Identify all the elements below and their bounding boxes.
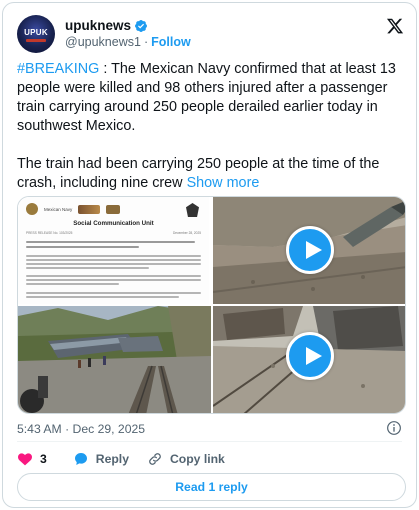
tweet-paragraph-2: The train had been carrying 250 people a… [17,155,409,193]
follow-button[interactable]: Follow [151,35,191,49]
navy-seal-icon [26,203,38,215]
info-icon[interactable] [386,420,402,436]
divider [17,441,402,442]
copy-link-button[interactable]: Copy link [147,451,225,467]
reply-button[interactable]: Reply [73,451,129,467]
reply-label: Reply [95,452,129,466]
avatar-logo-text: UPUK [24,28,48,37]
document-text-line [26,267,149,269]
document-text-line [26,292,201,294]
document-page: Mexican Navy Social Communication Unit P… [18,197,209,304]
heart-icon [18,453,32,466]
reply-bubble-icon [74,453,87,465]
media-grid: Mexican Navy Social Communication Unit P… [17,196,406,414]
copy-link-label: Copy link [169,452,225,466]
document-agency: Mexican Navy [44,206,73,212]
verified-badge-icon [135,19,147,32]
name-row: upuknews [65,17,148,34]
press-release-image[interactable]: Mexican Navy Social Communication Unit P… [18,197,211,304]
document-text-line [26,279,201,281]
tweet-header: UPUK upuknews @upuknews1 · Follow [17,15,404,55]
video-thumbnail-1[interactable] [213,197,405,304]
document-text-line [26,296,179,298]
handle-row: @upuknews1 · Follow [65,35,191,49]
show-more-link[interactable]: Show more [187,175,260,191]
display-name[interactable]: upuknews [65,18,131,33]
document-text-line [26,263,201,265]
document-text-line [26,241,195,243]
link-icon [149,453,161,465]
tweet-timestamp[interactable]: 5:43 AM · Dec 29, 2025 [17,422,145,436]
user-handle[interactable]: @upuknews1 [65,35,141,49]
document-date: December 28, 2025 [173,231,201,235]
play-button-icon[interactable] [286,332,334,380]
document-text-line [26,275,201,277]
like-button[interactable]: 3 [17,451,55,467]
ciao-logo-icon [78,204,101,214]
video-thumbnail-2[interactable] [213,306,405,413]
emblem-icon [186,203,199,217]
document-meta: PRESS RELEASE No. 103/2025 December 28, … [26,231,201,235]
document-text-line [26,246,139,248]
document-text-line [26,255,201,257]
like-count: 3 [40,452,47,466]
document-unit-title: Social Communication Unit [73,220,154,227]
avatar-logo-bar [26,39,46,42]
separator-dot: · [143,35,149,49]
hashtag-link[interactable]: #BREAKING [17,61,99,77]
avatar[interactable]: UPUK [17,15,55,53]
document-text-line [26,259,201,261]
x-logo-icon[interactable] [386,17,404,35]
derailment-scene-2 [18,306,211,413]
document-press-release: PRESS RELEASE No. 103/2025 [26,231,73,235]
document-logos: Mexican Navy [26,203,121,215]
crash-site-photo[interactable] [18,306,211,413]
read-replies-button[interactable]: Read 1 reply [17,473,406,501]
document-text-line [26,283,119,285]
play-button-icon[interactable] [286,226,334,274]
interoceanic-logo-icon [106,204,121,214]
tweet-card: UPUK upuknews @upuknews1 · Follow #BREAK… [2,2,417,508]
tweet-text: #BREAKING : The Mexican Navy confirmed t… [17,60,409,193]
action-bar: 3 Reply Copy link [17,450,243,468]
